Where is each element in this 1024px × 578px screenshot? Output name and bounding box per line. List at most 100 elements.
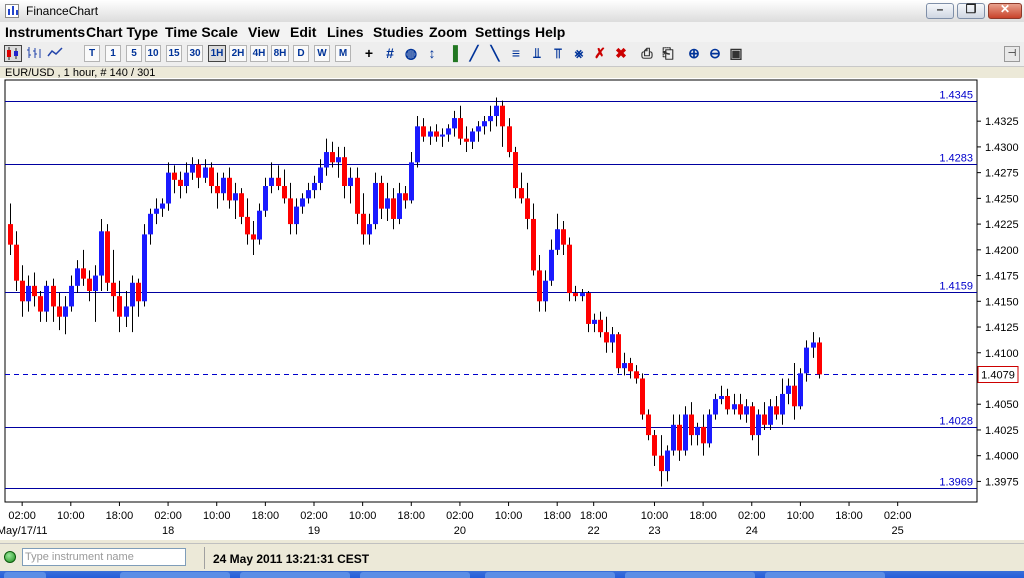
- fibonacci-icon[interactable]: ≡: [507, 45, 525, 62]
- delete-all-icon[interactable]: ✖: [612, 45, 630, 62]
- zoom-fit-icon[interactable]: ▣: [727, 45, 745, 62]
- chart-area[interactable]: 1.4325 1.4300 1.4275 1.4250 1.4225 1.4200 1.41…: [0, 78, 1024, 540]
- candle-body: [403, 193, 408, 201]
- candle-body: [190, 164, 195, 173]
- candle-body: [124, 306, 129, 317]
- plot-frame: [4, 79, 978, 503]
- y-tick-label: 1.4300: [985, 142, 1019, 154]
- crosshair-icon[interactable]: +: [360, 45, 378, 62]
- instrument-search-input[interactable]: [22, 548, 186, 566]
- timeframe-5[interactable]: 5: [126, 45, 142, 62]
- candle-body: [336, 157, 341, 163]
- menu-edit[interactable]: Edit: [290, 24, 316, 40]
- candlestick-chart-icon[interactable]: [4, 45, 22, 62]
- start-button[interactable]: [4, 572, 46, 578]
- gann-icon[interactable]: ⨳: [570, 45, 588, 62]
- menu-studies[interactable]: Studies: [373, 24, 424, 40]
- menu-zoom[interactable]: Zoom: [429, 24, 467, 40]
- candle-body: [130, 282, 135, 307]
- menu-time-scale[interactable]: Time Scale: [165, 24, 238, 40]
- candle-body: [616, 334, 621, 369]
- menu-help[interactable]: Help: [535, 24, 565, 40]
- candle-body: [470, 131, 475, 142]
- timeframe-8H[interactable]: 8H: [271, 45, 289, 62]
- taskbar-item[interactable]: [485, 572, 615, 578]
- horizontal-line-label: 1.4283: [939, 153, 973, 165]
- horizontal-line-label: 1.4159: [939, 281, 973, 293]
- pin-icon[interactable]: ⊣: [1004, 46, 1020, 62]
- timeframe-10[interactable]: 10: [145, 45, 161, 62]
- candle-body: [75, 268, 80, 286]
- timeframe-1[interactable]: 1: [105, 45, 121, 62]
- y-tick-label: 1.4325: [985, 116, 1019, 128]
- x-date-label: 25: [892, 525, 904, 537]
- cycle-lines-icon[interactable]: ⫪: [549, 45, 567, 62]
- line-chart-icon[interactable]: [46, 45, 64, 62]
- y-tick-label: 1.4250: [985, 193, 1019, 205]
- volume-icon[interactable]: ▐: [444, 45, 462, 62]
- print-preview-icon[interactable]: ⎗: [659, 45, 677, 62]
- taskbar-item[interactable]: [240, 572, 350, 578]
- candle-body: [537, 270, 542, 302]
- x-tick-label: 02:00: [446, 510, 474, 522]
- bar-chart-icon[interactable]: [25, 45, 43, 62]
- zoom-in-icon[interactable]: ⊕: [685, 45, 703, 62]
- menu-lines[interactable]: Lines: [327, 24, 364, 40]
- timeframe-30[interactable]: 30: [187, 45, 203, 62]
- price-chart[interactable]: 1.4325 1.4300 1.4275 1.4250 1.4225 1.4200 1.41…: [0, 78, 1024, 540]
- menu-chart-type[interactable]: Chart Type: [86, 24, 158, 40]
- y-tick-label: 1.4100: [985, 348, 1019, 360]
- grid-icon[interactable]: #: [381, 45, 399, 62]
- timeframe-W[interactable]: W: [314, 45, 330, 62]
- x-date-label: 19: [308, 525, 320, 537]
- candle-body: [355, 177, 360, 214]
- candle-body: [671, 424, 676, 451]
- candle-body: [166, 172, 171, 204]
- trend-line-icon[interactable]: ╱: [465, 45, 483, 62]
- candle-body: [677, 424, 682, 451]
- timeframe-D[interactable]: D: [293, 45, 309, 62]
- candle-body: [792, 385, 797, 407]
- timeframe-4H[interactable]: 4H: [250, 45, 268, 62]
- candle-body: [87, 278, 92, 291]
- taskbar-item[interactable]: [360, 572, 470, 578]
- candle-body: [701, 426, 706, 444]
- delete-line-icon[interactable]: ✗: [591, 45, 609, 62]
- timeframe-T[interactable]: T: [84, 45, 100, 62]
- candle-body: [561, 229, 566, 245]
- y-tick-label: 1.3975: [985, 476, 1019, 488]
- timeframe-15[interactable]: 15: [166, 45, 182, 62]
- channel-icon[interactable]: ╲: [486, 45, 504, 62]
- taskbar-item[interactable]: [765, 572, 885, 578]
- maximize-button[interactable]: ❐: [957, 2, 985, 19]
- candle-body: [221, 177, 226, 194]
- y-tick-label: 1.4025: [985, 425, 1019, 437]
- menu-settings[interactable]: Settings: [475, 24, 530, 40]
- pitchfork-icon[interactable]: ⫫: [528, 45, 546, 62]
- price-marker-icon[interactable]: ◍: [402, 45, 420, 62]
- menu-view[interactable]: View: [248, 24, 280, 40]
- taskbar-item[interactable]: [625, 572, 755, 578]
- candle-body: [233, 193, 238, 201]
- candle-body: [196, 164, 201, 178]
- candle-body: [804, 347, 809, 374]
- print-icon[interactable]: ⎙: [638, 45, 656, 62]
- candle-body: [391, 198, 396, 219]
- candle-body: [738, 404, 743, 415]
- candle-body: [543, 280, 548, 302]
- close-button[interactable]: ✕: [988, 2, 1022, 19]
- indicator-icon[interactable]: ↕: [423, 45, 441, 62]
- candle-body: [458, 118, 463, 139]
- minimize-button[interactable]: –: [926, 2, 954, 19]
- candle-body: [239, 193, 244, 217]
- taskbar-item[interactable]: [120, 572, 230, 578]
- timeframe-M[interactable]: M: [335, 45, 351, 62]
- timeframe-2H[interactable]: 2H: [229, 45, 247, 62]
- menu-instruments[interactable]: Instruments: [5, 24, 85, 40]
- candle-body: [476, 126, 481, 132]
- candle-body: [604, 332, 609, 343]
- timeframe-1H[interactable]: 1H: [208, 45, 226, 62]
- x-tick-label: 18:00: [106, 510, 134, 522]
- zoom-out-icon[interactable]: ⊖: [706, 45, 724, 62]
- candle-body: [786, 385, 791, 394]
